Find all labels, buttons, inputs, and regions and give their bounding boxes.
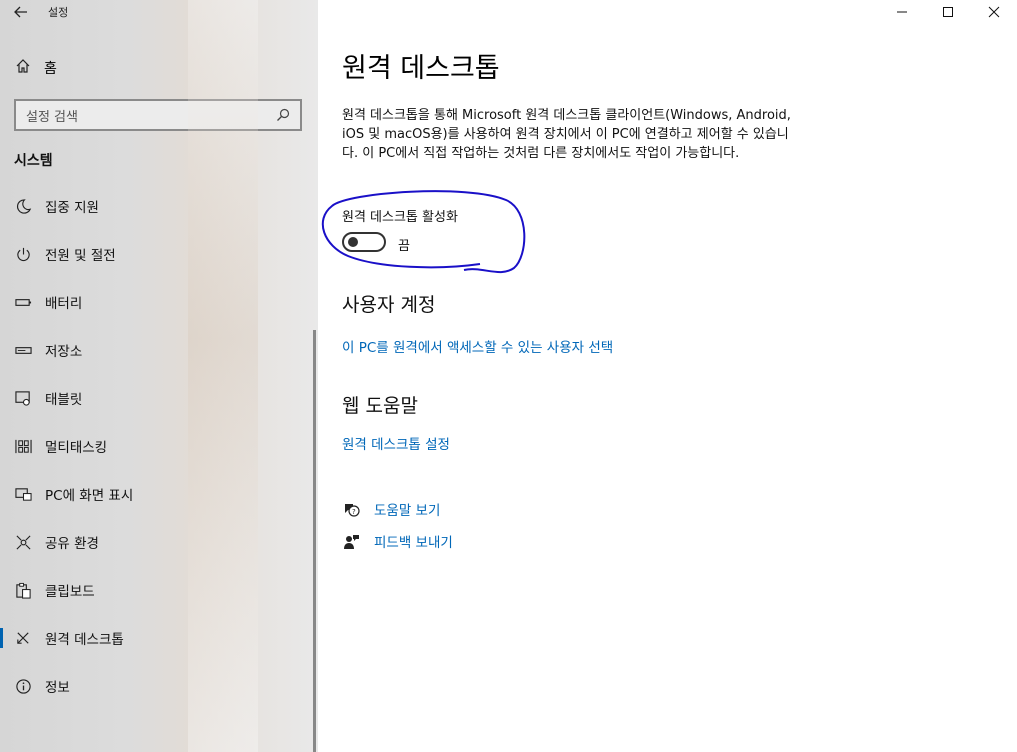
- app-title: 설정: [48, 6, 69, 19]
- maximize-button[interactable]: [925, 0, 971, 24]
- sidebar-item-tablet[interactable]: 태블릿: [0, 374, 318, 422]
- storage-icon: [14, 341, 32, 359]
- sidebar-item-remote-desktop[interactable]: 원격 데스크톱: [0, 614, 318, 662]
- sidebar-item-power[interactable]: 전원 및 절전: [0, 230, 318, 278]
- toggle-knob: [348, 237, 358, 247]
- multitasking-icon: [14, 437, 32, 455]
- sidebar-item-label: 멀티태스킹: [45, 440, 108, 456]
- sidebar-item-storage[interactable]: 저장소: [0, 326, 318, 374]
- battery-icon: [14, 293, 32, 311]
- project-icon: [14, 485, 32, 503]
- sidebar-item-label: 클립보드: [45, 584, 95, 600]
- remote-desktop-setup-link[interactable]: 원격 데스크톱 설정: [342, 433, 450, 453]
- maximize-icon: [943, 7, 953, 17]
- remote-desktop-description: 원격 데스크톱을 통해 Microsoft 원격 데스크톱 클라이언트(Wind…: [342, 108, 791, 161]
- give-feedback-link[interactable]: 피드백 보내기: [342, 531, 453, 551]
- sidebar-item-project[interactable]: PC에 화면 표시: [0, 470, 318, 518]
- web-help-heading: 웹 도움말: [342, 395, 418, 417]
- title-bar: 설정: [0, 0, 318, 24]
- sidebar-item-multitasking[interactable]: 멀티태스킹: [0, 422, 318, 470]
- remote-icon: [14, 629, 32, 647]
- sidebar-item-label: 배터리: [45, 296, 83, 312]
- sidebar-item-focus-assist[interactable]: 집중 지원: [0, 182, 318, 230]
- share-icon: [14, 533, 32, 551]
- sidebar-item-label: 정보: [45, 680, 70, 696]
- main-content: 원격 데스크톱 원격 데스크톱을 통해 Microsoft 원격 데스크톱 클라…: [318, 0, 1017, 752]
- home-label: 홈: [44, 61, 57, 77]
- home-icon: [14, 58, 32, 78]
- info-icon: [14, 677, 32, 695]
- svg-text:?: ?: [352, 508, 356, 516]
- sidebar-item-label: 집중 지원: [45, 200, 99, 216]
- sidebar-item-about[interactable]: 정보: [0, 662, 318, 710]
- minimize-button[interactable]: [879, 0, 925, 24]
- user-accounts-heading: 사용자 계정: [342, 294, 436, 316]
- system-nav-list: 집중 지원 전원 및 절전 배터리 저장소 태블릿 멀티태스킹 PC에 화면 표…: [0, 182, 318, 710]
- home-nav-item[interactable]: 홈: [0, 52, 318, 84]
- get-help-link[interactable]: ? 도움말 보기: [342, 499, 440, 519]
- get-help-label: 도움말 보기: [374, 503, 441, 519]
- tablet-icon: [14, 389, 32, 407]
- sidebar-item-label: PC에 화면 표시: [45, 488, 134, 504]
- close-icon: [988, 6, 1000, 18]
- sidebar-item-shared-experiences[interactable]: 공유 환경: [0, 518, 318, 566]
- search-placeholder: 설정 검색: [26, 109, 78, 125]
- select-users-link[interactable]: 이 PC를 원격에서 액세스할 수 있는 사용자 선택: [342, 336, 613, 356]
- sidebar-scrollbar[interactable]: [313, 330, 316, 752]
- page-title: 원격 데스크톱: [342, 53, 500, 84]
- power-icon: [14, 245, 32, 263]
- back-button[interactable]: [0, 0, 42, 24]
- settings-search-input[interactable]: 설정 검색: [14, 99, 302, 131]
- toggle-label: 원격 데스크톱 활성화: [342, 210, 458, 225]
- toggle-state-text: 끔: [398, 239, 410, 254]
- remote-desktop-toggle[interactable]: [342, 232, 386, 252]
- help-chat-icon: ?: [342, 500, 360, 518]
- close-button[interactable]: [971, 0, 1017, 24]
- sidebar-item-label: 저장소: [45, 344, 83, 360]
- moon-icon: [14, 197, 32, 215]
- sidebar-item-clipboard[interactable]: 클립보드: [0, 566, 318, 614]
- search-icon: [277, 108, 290, 121]
- sidebar-item-label: 전원 및 절전: [45, 248, 116, 264]
- back-arrow-icon: [14, 6, 27, 18]
- sidebar-item-label: 원격 데스크톱: [45, 632, 124, 648]
- feedback-icon: [342, 532, 360, 550]
- sidebar-item-label: 공유 환경: [45, 536, 99, 552]
- section-title-system: 시스템: [14, 153, 53, 169]
- window-controls: [879, 0, 1017, 24]
- sidebar-item-battery[interactable]: 배터리: [0, 278, 318, 326]
- sidebar-item-label: 태블릿: [45, 392, 83, 408]
- clipboard-icon: [14, 581, 32, 599]
- minimize-icon: [897, 11, 907, 13]
- sidebar: 설정 홈 설정 검색 시스템 집중 지원 전원 및 절전 배터리 저장소 태블릿…: [0, 0, 318, 752]
- give-feedback-label: 피드백 보내기: [374, 535, 453, 551]
